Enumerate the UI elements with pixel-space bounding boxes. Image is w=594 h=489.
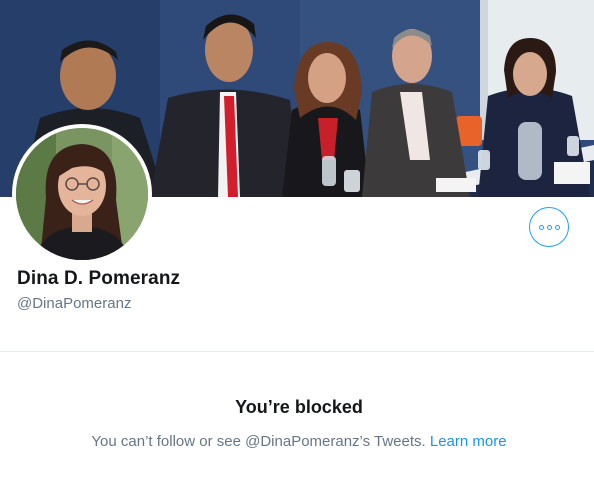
avatar-ring xyxy=(12,124,152,264)
dot xyxy=(538,224,544,230)
learn-more-link[interactable]: Learn more xyxy=(430,433,507,450)
blocked-message: You can’t follow or see @DinaPomeranz’s … xyxy=(91,433,426,450)
divider xyxy=(0,351,594,352)
avatar[interactable] xyxy=(16,128,148,260)
dot xyxy=(546,224,552,230)
blocked-title: You’re blocked xyxy=(235,397,363,417)
more-options-button[interactable] xyxy=(529,207,569,247)
profile-display-name: Dina D. Pomeranz xyxy=(17,268,181,289)
more-dots-icon xyxy=(538,224,560,230)
profile-handle: @DinaPomeranz xyxy=(17,295,132,312)
blocked-message-row: You can’t follow or see @DinaPomeranz’s … xyxy=(0,433,594,450)
dot xyxy=(554,224,560,230)
